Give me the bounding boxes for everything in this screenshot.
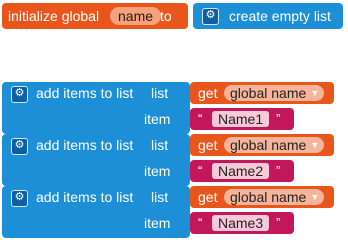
text-block-3[interactable]: “ Name3 ” [190, 212, 294, 234]
item-label: item [144, 111, 171, 127]
text-value-field[interactable]: Name3 [212, 215, 270, 231]
get-variable-name: global name [230, 189, 307, 205]
get-block-1[interactable]: get global name ▼ [190, 82, 334, 104]
get-block-2[interactable]: get global name ▼ [190, 134, 334, 156]
get-variable-dropdown[interactable]: global name ▼ [224, 85, 325, 101]
gear-icon[interactable]: ⚙ [11, 190, 28, 207]
item-label: item [144, 163, 171, 179]
create-empty-list-label: create empty list [229, 8, 331, 24]
get-label: get [198, 137, 218, 153]
list-label: list [151, 137, 169, 153]
close-quote-icon: ” [276, 163, 281, 178]
gear-icon[interactable]: ⚙ [202, 8, 219, 25]
list-label: list [151, 85, 169, 101]
initialize-global-label: initialize global [8, 8, 100, 24]
create-empty-list-block[interactable]: ⚙ create empty list [193, 3, 343, 29]
item-label: item [144, 215, 171, 231]
global-var-name-field[interactable]: name [110, 7, 162, 25]
get-label: get [198, 189, 218, 205]
add-items-block-1[interactable]: ⚙ add items to list list item [2, 82, 190, 134]
gear-icon[interactable]: ⚙ [11, 86, 28, 103]
get-variable-dropdown[interactable]: global name ▼ [224, 137, 325, 153]
get-block-3[interactable]: get global name ▼ [190, 186, 334, 208]
add-items-label: add items to list [36, 85, 134, 101]
dropdown-arrow-icon: ▼ [310, 88, 320, 98]
get-label: get [198, 85, 218, 101]
add-items-block-3[interactable]: ⚙ add items to list list item [2, 186, 190, 238]
add-items-label: add items to list [36, 189, 134, 205]
text-value-field[interactable]: Name1 [212, 111, 270, 127]
gear-icon[interactable]: ⚙ [11, 138, 28, 155]
open-quote-icon: “ [198, 111, 203, 126]
text-value-field[interactable]: Name2 [212, 163, 270, 179]
text-block-1[interactable]: “ Name1 ” [190, 108, 294, 130]
close-quote-icon: ” [276, 111, 281, 126]
dropdown-arrow-icon: ▼ [310, 140, 320, 150]
add-items-block-2[interactable]: ⚙ add items to list list item [2, 134, 190, 186]
dropdown-arrow-icon: ▼ [310, 192, 320, 202]
to-label: to [160, 8, 172, 24]
get-variable-name: global name [230, 85, 307, 101]
get-variable-name: global name [230, 137, 307, 153]
open-quote-icon: “ [198, 163, 203, 178]
open-quote-icon: “ [198, 215, 203, 230]
initialize-global-block[interactable]: initialize global name to [2, 3, 188, 29]
get-variable-dropdown[interactable]: global name ▼ [224, 189, 325, 205]
close-quote-icon: ” [276, 215, 281, 230]
list-label: list [151, 189, 169, 205]
text-block-2[interactable]: “ Name2 ” [190, 160, 294, 182]
add-items-label: add items to list [36, 137, 134, 153]
